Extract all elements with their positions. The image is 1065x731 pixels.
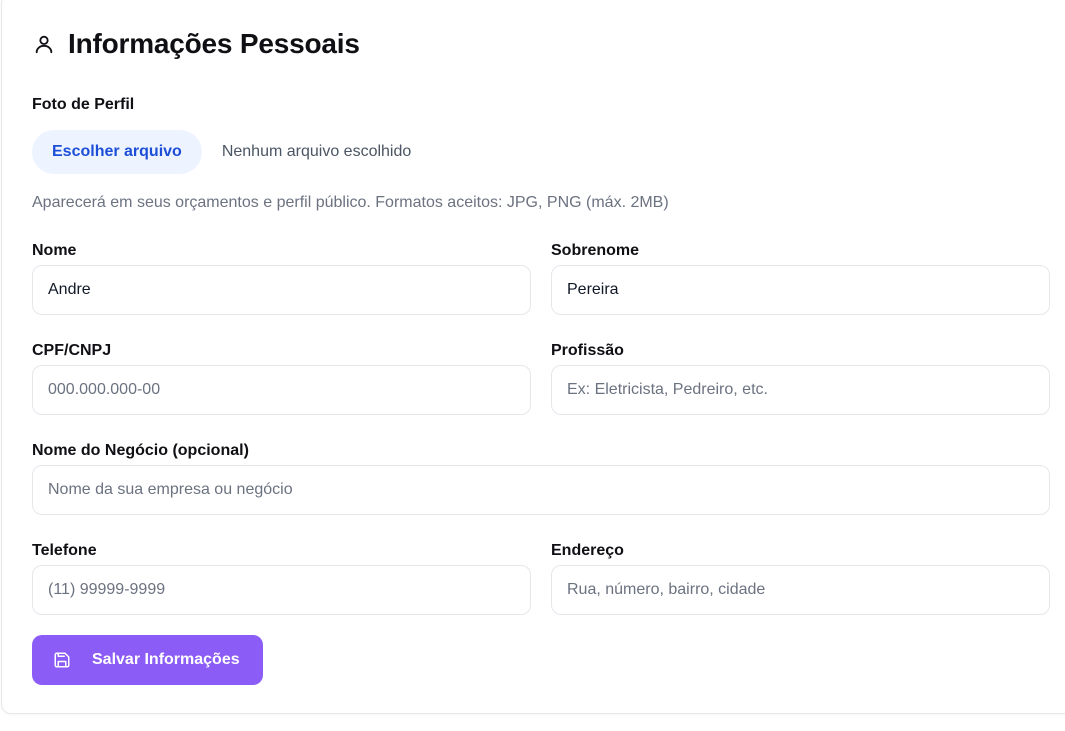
save-button-label: Salvar Informações — [92, 651, 240, 668]
last-name-label: Sobrenome — [551, 242, 640, 259]
first-name-label: Nome — [32, 242, 77, 259]
save-icon — [52, 650, 72, 670]
profession-label: Profissão — [551, 342, 624, 359]
profile-photo-help-text: Aparecerá em seus orçamentos e perfil pú… — [32, 194, 669, 211]
choose-file-button[interactable]: Escolher arquivo — [32, 130, 202, 174]
profession-input[interactable] — [551, 365, 1050, 415]
phone-label: Telefone — [32, 542, 97, 559]
page-title: Informações Pessoais — [68, 28, 360, 59]
phone-input[interactable] — [32, 565, 531, 615]
document-label: CPF/CNPJ — [32, 342, 112, 359]
business-name-input[interactable] — [32, 465, 1050, 515]
profile-photo-label: Foto de Perfil — [32, 96, 135, 113]
address-input[interactable] — [551, 565, 1050, 615]
address-label: Endereço — [551, 542, 624, 559]
last-name-input[interactable] — [551, 265, 1050, 315]
document-input[interactable] — [32, 365, 531, 415]
section-header: Informações Pessoais — [32, 28, 360, 60]
user-icon — [32, 32, 56, 56]
first-name-input[interactable] — [32, 265, 531, 315]
business-name-label: Nome do Negócio (opcional) — [32, 442, 249, 459]
file-picker: Escolher arquivo Nenhum arquivo escolhid… — [32, 130, 411, 174]
save-button[interactable]: Salvar Informações — [32, 635, 263, 685]
file-status-text: Nenhum arquivo escolhido — [221, 143, 412, 160]
